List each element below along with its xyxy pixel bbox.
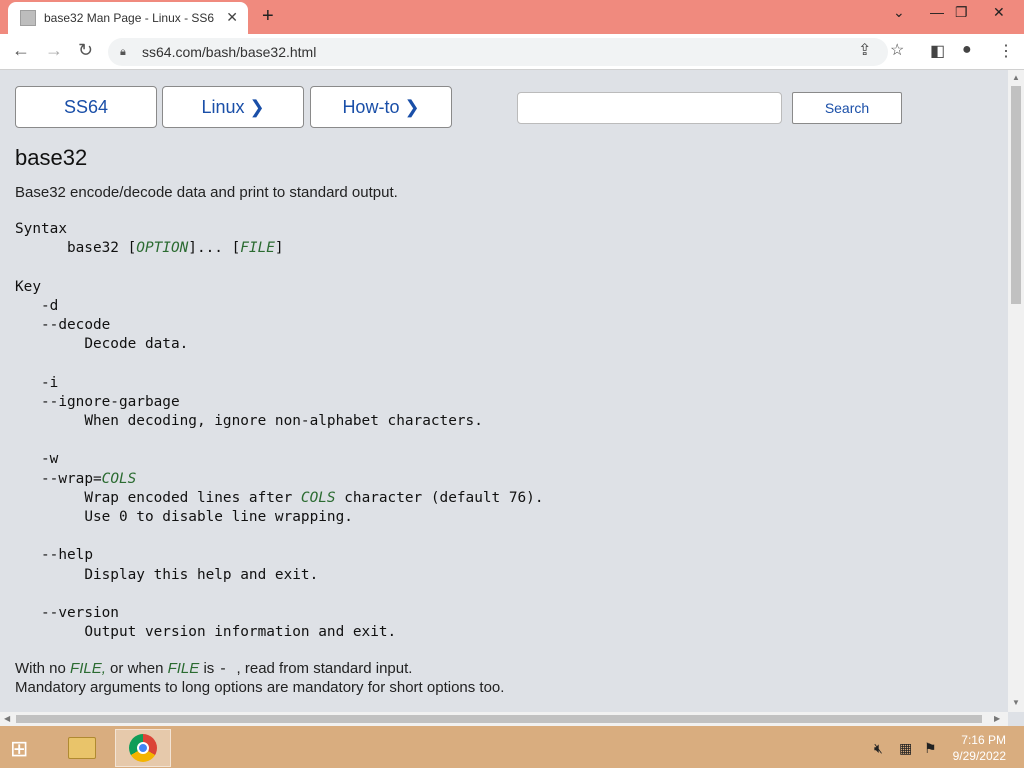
nav-ss64-button[interactable]: SS64 [15,86,157,128]
network-icon[interactable]: ▦ [899,740,912,757]
browser-tab[interactable]: base32 Man Page - Linux - SS64 ✕ [8,2,248,34]
option-version: --version [41,605,119,622]
title-bar: base32 Man Page - Linux - SS64 ✕ + ⌄ — ❐… [0,0,1024,34]
system-clock[interactable]: 7:16 PM 9/29/2022 [953,732,1006,764]
url-text: ss64.com/bash/base32.html [142,44,317,60]
vertical-scroll-thumb[interactable] [1011,86,1021,304]
back-arrow-icon[interactable]: ← [12,40,30,61]
windows-start-icon[interactable]: ⊞ [10,736,28,762]
reload-icon[interactable]: ↻ [78,40,93,61]
menu-kebab-icon[interactable]: ⋮ [998,41,1014,61]
chrome-taskbar-button[interactable] [115,729,171,767]
clock-time: 7:16 PM [961,733,1006,747]
browser-toolbar: ← → ↻ 🔒︎ ss64.com/bash/base32.html ⇪ ☆ ◧… [0,34,1024,70]
option-wrap-desc-cols: COLS [300,489,336,506]
page-favicon-icon [20,10,36,26]
action-center-icon[interactable]: ⚑ [924,740,937,757]
page-description: Base32 encode/decode data and print to s… [15,184,398,201]
forward-arrow-icon[interactable]: → [45,40,63,61]
scroll-left-arrow-icon[interactable]: ◀ [4,714,10,723]
chrome-icon [129,734,157,762]
profile-avatar-icon[interactable]: ● [962,41,972,59]
bookmark-star-icon[interactable]: ☆ [890,40,904,60]
syntax-file: FILE [240,240,275,257]
minimize-button[interactable]: — [930,4,944,20]
key-label: Key [15,278,41,295]
option-w: -w [41,451,59,468]
option-wrap-desc-2: Use 0 to disable line wrapping. [84,509,353,526]
folder-icon [68,737,96,759]
tab-title: base32 Man Page - Linux - SS64 [44,11,214,25]
side-panel-icon[interactable]: ◧ [930,41,945,61]
foot1-file: FILE, [70,660,106,677]
page-content: SS64 Linux ❯ How-to ❯ Search base32 Base… [0,70,1008,712]
foot1-c: is [199,660,219,677]
foot1-d: , read from standard input. [236,660,413,677]
horizontal-scroll-thumb[interactable] [16,715,982,723]
option-version-desc: Output version information and exit. [84,624,397,641]
option-decode-desc: Decode data. [84,336,189,353]
foot1-dash: - [218,659,237,677]
scroll-up-arrow-icon[interactable]: ▲ [1012,73,1020,82]
footnote-mandatory: Mandatory arguments to long options are … [15,679,505,696]
option-d: -d [41,297,59,314]
option-ignore-garbage: --ignore-garbage [41,393,180,410]
share-icon[interactable]: ⇪ [858,40,871,60]
option-wrap: --wrap= [41,470,102,487]
foot1-file2: FILE [167,660,200,677]
option-i: -i [41,374,59,391]
vertical-scrollbar[interactable]: ▲ ▼ [1008,70,1024,712]
taskbar: ⊞ 🔇︎ ▦ ⚑ 7:16 PM 9/29/2022 [0,726,1024,768]
scroll-down-arrow-icon[interactable]: ▼ [1012,698,1020,707]
close-tab-icon[interactable]: ✕ [226,9,238,26]
lock-icon: 🔒︎ [120,46,126,58]
syntax-cmd: base32 [ [66,240,137,257]
page-title: base32 [15,145,88,170]
volume-muted-icon[interactable]: 🔇︎ [874,740,883,757]
option-help: --help [41,547,93,564]
foot1-b: or when [105,660,168,677]
search-button[interactable]: Search [792,92,902,124]
restore-button[interactable]: ❐ [955,4,968,21]
close-window-button[interactable]: ✕ [993,4,1005,21]
clock-date: 9/29/2022 [952,749,1006,763]
tab-search-icon[interactable]: ⌄ [893,4,905,21]
search-input[interactable] [517,92,782,124]
option-help-desc: Display this help and exit. [84,566,319,583]
option-decode: --decode [41,317,111,334]
nav-howto-button[interactable]: How-to ❯ [310,86,452,128]
option-wrap-desc-a: Wrap encoded lines after [84,489,301,506]
option-ignore-desc: When decoding, ignore non-alphabet chara… [84,413,483,430]
new-tab-button[interactable]: + [262,5,274,28]
file-explorer-button[interactable] [54,729,110,767]
footnote-stdin: With no FILE, or when FILE is - , read f… [15,659,412,677]
address-bar[interactable]: 🔒︎ ss64.com/bash/base32.html [108,38,888,66]
syntax-mid: ]... [ [188,240,241,257]
option-wrap-desc-c: character (default 76). [335,489,544,506]
syntax-label: Syntax [15,221,67,237]
syntax-option: OPTION [136,240,189,257]
scroll-right-arrow-icon[interactable]: ▶ [994,714,1000,723]
nav-linux-button[interactable]: Linux ❯ [162,86,304,128]
option-wrap-cols: COLS [101,470,137,487]
syntax-end: ] [274,240,284,257]
horizontal-scrollbar[interactable]: ◀ ▶ [0,712,1008,726]
man-page-body: Syntax base32 [OPTION]... [FILE] Key -d … [15,220,544,642]
foot1-a: With no [15,660,71,677]
